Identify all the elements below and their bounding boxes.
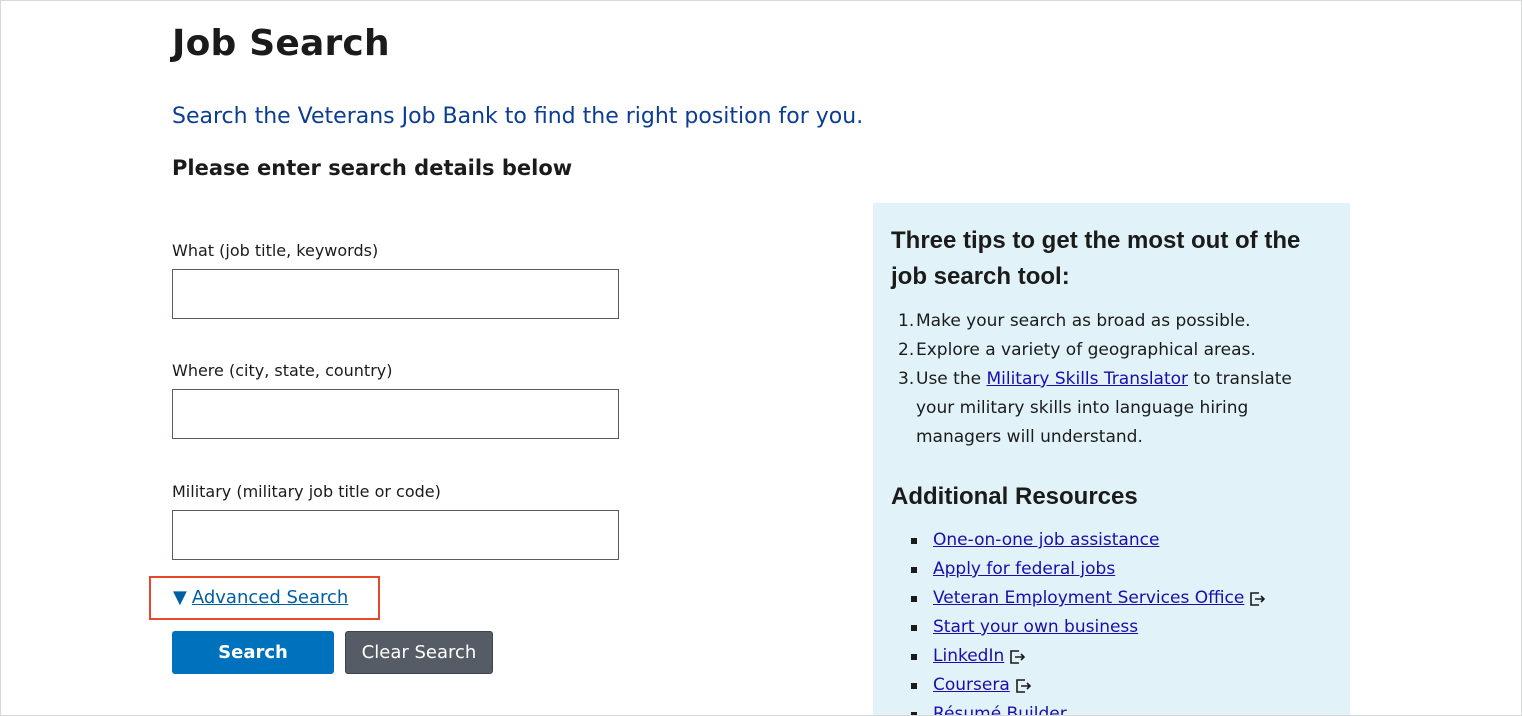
tip-item: 2. Explore a variety of geographical are… [891, 336, 1331, 365]
tip-text-pre: Use the [916, 369, 987, 389]
where-input[interactable] [172, 389, 619, 439]
page-frame: Job Search Search the Veterans Job Bank … [0, 0, 1522, 716]
military-label: Military (military job title or code) [172, 482, 441, 501]
bullet-icon [911, 711, 917, 715]
tip-number: 3. [898, 369, 915, 389]
resources-heading: Additional Resources [891, 483, 1138, 510]
bullet-icon [911, 653, 917, 660]
resource-link-start-business[interactable]: Start your own business [933, 613, 1138, 642]
bullet-icon [911, 682, 917, 689]
bullet-icon [911, 624, 917, 631]
resource-link-employment-office[interactable]: Veteran Employment Services Office [933, 584, 1244, 613]
resource-item: Coursera [911, 671, 1266, 700]
external-link-icon [1010, 649, 1026, 664]
what-input[interactable] [172, 269, 619, 319]
search-button[interactable]: Search [172, 631, 334, 674]
military-input[interactable] [172, 510, 619, 560]
resource-link-federal-jobs[interactable]: Apply for federal jobs [933, 555, 1115, 584]
triangle-down-icon: ▼ [173, 587, 187, 608]
page-title: Job Search [172, 23, 390, 64]
tips-sidebar: Three tips to get the most out of the jo… [873, 203, 1350, 715]
external-link-icon [1250, 591, 1266, 606]
where-label: Where (city, state, country) [172, 361, 393, 380]
form-subhead: Please enter search details below [172, 156, 573, 180]
military-skills-translator-link[interactable]: Military Skills Translator [986, 369, 1188, 389]
resource-item: One-on-one job assistance [911, 526, 1266, 555]
bullet-icon [911, 595, 917, 602]
resource-link-job-assistance[interactable]: One-on-one job assistance [933, 526, 1159, 555]
advanced-search-label: Advanced Search [191, 587, 349, 608]
page-lead: Search the Veterans Job Bank to find the… [172, 104, 864, 129]
bullet-icon [911, 566, 917, 573]
resource-item: Start your own business [911, 613, 1266, 642]
clear-search-button[interactable]: Clear Search [345, 631, 493, 674]
resource-link-coursera[interactable]: Coursera [933, 671, 1010, 700]
what-label: What (job title, keywords) [172, 241, 379, 260]
tip-item: 1. Make your search as broad as possible… [891, 307, 1331, 336]
tip-item: 3. Use the Military Skills Translator to… [891, 365, 1331, 452]
resources-list: One-on-one job assistance Apply for fede… [911, 526, 1266, 715]
resource-item: Résumé Builder [911, 700, 1266, 715]
tip-text: Explore a variety of geographical areas. [916, 340, 1256, 360]
resource-item: Apply for federal jobs [911, 555, 1266, 584]
tips-heading: Three tips to get the most out of the jo… [891, 227, 1301, 290]
tip-number: 1. [898, 311, 915, 331]
resource-item: Veteran Employment Services Office [911, 584, 1266, 613]
resource-item: LinkedIn [911, 642, 1266, 671]
resource-link-linkedin[interactable]: LinkedIn [933, 642, 1004, 671]
bullet-icon [911, 537, 917, 544]
external-link-icon [1015, 678, 1031, 693]
tips-list: 1. Make your search as broad as possible… [891, 307, 1331, 452]
advanced-search-link[interactable]: ▼ Advanced Search [173, 587, 348, 608]
tip-text: Use the Military Skills Translator to tr… [916, 365, 1331, 452]
tip-text: Make your search as broad as possible. [916, 311, 1251, 331]
resource-link-resume-builder[interactable]: Résumé Builder [933, 700, 1067, 715]
tip-number: 2. [898, 340, 915, 360]
